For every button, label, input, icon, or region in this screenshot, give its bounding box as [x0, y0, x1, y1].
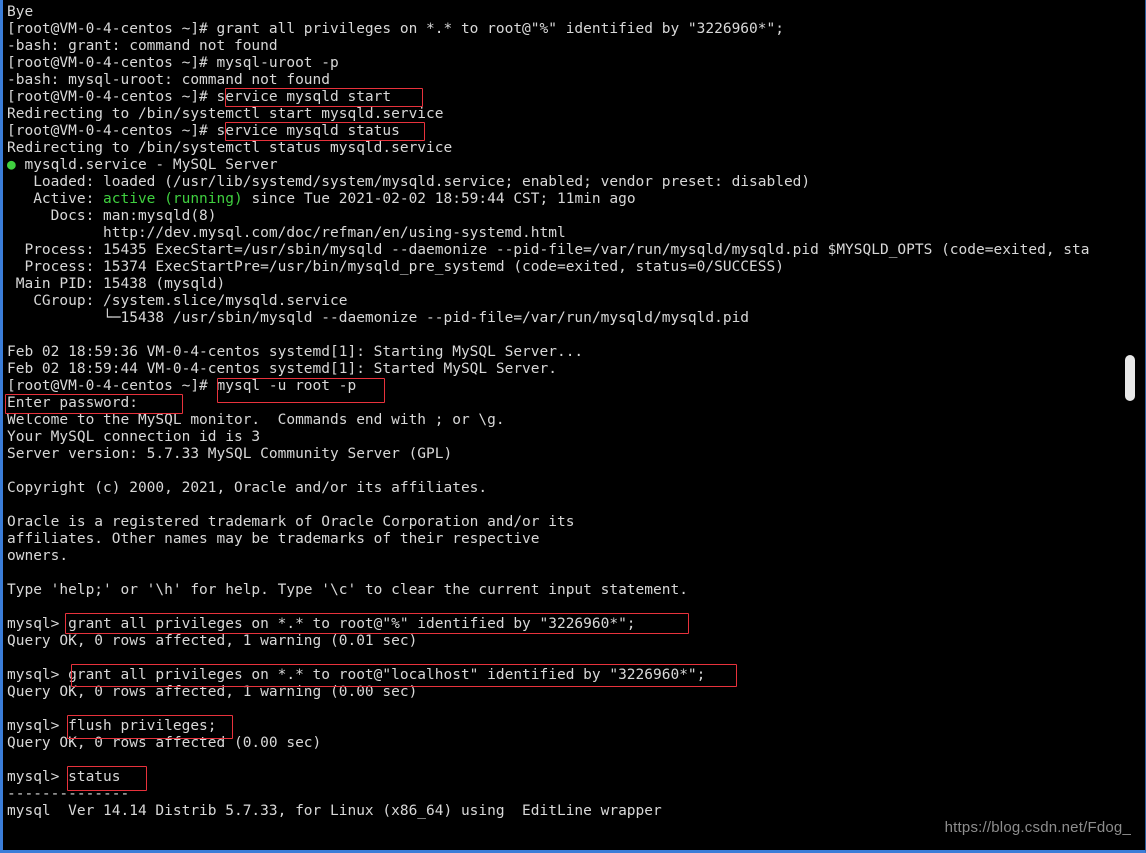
terminal-line: Server version: 5.7.33 MySQL Community S… [7, 446, 453, 462]
terminal-line: mysql> grant all privileges on *.* to ro… [7, 667, 706, 683]
terminal-line: Docs: man:mysqld(8) [7, 208, 217, 224]
terminal-line: Process: 15374 ExecStartPre=/usr/bin/mys… [7, 259, 784, 275]
terminal-line: affiliates. Other names may be trademark… [7, 531, 540, 547]
terminal-line: Copyright (c) 2000, 2021, Oracle and/or … [7, 480, 488, 496]
service-status-bullet-icon: ● [7, 157, 16, 173]
terminal-line: -------------- [7, 786, 130, 802]
terminal-line: Process: 15435 ExecStart=/usr/sbin/mysql… [7, 242, 1090, 258]
terminal-line: └─15438 /usr/sbin/mysqld --daemonize --p… [7, 310, 750, 326]
terminal-line-text: since Tue 2021-02-02 18:59:44 CST; 11min… [251, 191, 636, 207]
terminal-line: -bash: mysql-uroot: command not found [7, 72, 331, 88]
terminal-line-text: Active: [7, 191, 104, 207]
terminal-line: mysql> status [7, 769, 121, 785]
terminal-output[interactable]: Bye [root@VM-0-4-centos ~]# grant all pri… [3, 0, 1145, 850]
terminal-line: -bash: grant: command not found [7, 38, 278, 54]
terminal-line: Feb 02 18:59:36 VM-0-4-centos systemd[1]… [7, 344, 584, 360]
terminal-line: Enter password: [7, 395, 138, 411]
terminal-line: mysql Ver 14.14 Distrib 5.7.33, for Linu… [7, 803, 662, 819]
terminal-line: Redirecting to /bin/systemctl start mysq… [7, 106, 444, 122]
terminal-line: owners. [7, 548, 69, 564]
scrollbar-track[interactable] [1125, 0, 1141, 850]
terminal-line: Loaded: loaded (/usr/lib/systemd/system/… [7, 174, 811, 190]
terminal-line: CGroup: /system.slice/mysqld.service [7, 293, 348, 309]
terminal-line: [root@VM-0-4-centos ~]# grant all privil… [7, 21, 784, 37]
terminal-line-text: mysqld.service - MySQL Server [15, 157, 278, 173]
scrollbar-thumb[interactable] [1125, 355, 1135, 401]
terminal-line: http://dev.mysql.com/doc/refman/en/using… [7, 225, 566, 241]
terminal-line: Welcome to the MySQL monitor. Commands e… [7, 412, 505, 428]
terminal-window[interactable]: Bye [root@VM-0-4-centos ~]# grant all pri… [0, 0, 1146, 853]
terminal-line: Feb 02 18:59:44 VM-0-4-centos systemd[1]… [7, 361, 557, 377]
terminal-line: mysql> flush privileges; [7, 718, 217, 734]
terminal-line: mysql> grant all privileges on *.* to ro… [7, 616, 636, 632]
service-active-running-label: active (running) [103, 191, 252, 207]
terminal-line: Redirecting to /bin/systemctl status mys… [7, 140, 453, 156]
terminal-line: Bye [7, 4, 34, 20]
terminal-line: Query OK, 0 rows affected, 1 warning (0.… [7, 633, 418, 649]
watermark-text: https://blog.csdn.net/Fdog_ [944, 819, 1131, 836]
terminal-line: ● mysqld.service - MySQL Server [7, 157, 1145, 174]
terminal-line: [root@VM-0-4-centos ~]# service mysqld s… [7, 123, 400, 139]
terminal-line: Active: active (running) since Tue 2021-… [7, 191, 1145, 208]
terminal-line: [root@VM-0-4-centos ~]# mysql -u root -p [7, 378, 357, 394]
terminal-line: Type 'help;' or '\h' for help. Type '\c'… [7, 582, 688, 598]
terminal-line: Query OK, 0 rows affected (0.00 sec) [7, 735, 322, 751]
terminal-line: Main PID: 15438 (mysqld) [7, 276, 226, 292]
terminal-line: [root@VM-0-4-centos ~]# service mysqld s… [7, 89, 392, 105]
terminal-line: Your MySQL connection id is 3 [7, 429, 261, 445]
terminal-line: Oracle is a registered trademark of Orac… [7, 514, 575, 530]
terminal-line: Query OK, 0 rows affected, 1 warning (0.… [7, 684, 418, 700]
terminal-line: [root@VM-0-4-centos ~]# mysql-uroot -p [7, 55, 339, 71]
